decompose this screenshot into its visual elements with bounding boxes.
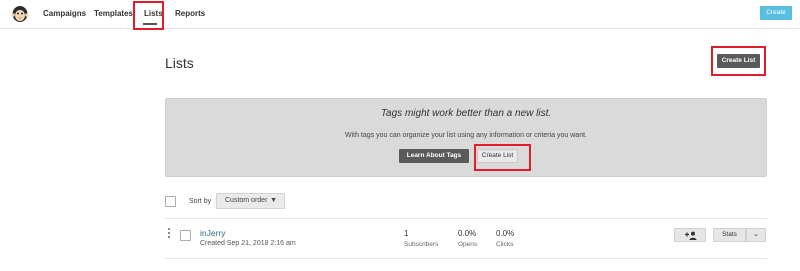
add-subscriber-icon bbox=[685, 231, 697, 240]
nav-reports[interactable]: Reports bbox=[175, 9, 205, 18]
kebab-menu-icon[interactable] bbox=[167, 228, 171, 240]
list-created-date: Created Sep 21, 2018 2:16 am bbox=[200, 240, 296, 247]
sort-order-select[interactable]: Custom order ▼ bbox=[216, 193, 285, 209]
add-subscriber-button[interactable] bbox=[674, 228, 706, 242]
divider bbox=[165, 218, 767, 219]
learn-about-tags-button[interactable]: Learn About Tags bbox=[399, 149, 469, 163]
list-row-checkbox[interactable] bbox=[180, 230, 191, 241]
list-name-link[interactable]: inJerry bbox=[200, 228, 226, 238]
tags-promo-banner: Tags might work better than a new list. … bbox=[165, 98, 767, 177]
nav-templates[interactable]: Templates bbox=[94, 9, 133, 18]
create-button[interactable]: Create bbox=[760, 6, 792, 20]
highlight-box-create-list bbox=[711, 46, 766, 76]
stats-dropdown-button[interactable]: ⌄ bbox=[746, 228, 766, 242]
mailchimp-logo[interactable] bbox=[10, 3, 30, 24]
subscribers-count: 1 bbox=[404, 229, 409, 238]
chevron-down-icon: ⌄ bbox=[753, 231, 759, 238]
highlight-box-banner-create-list bbox=[474, 144, 531, 171]
highlight-box-lists-tab bbox=[133, 1, 164, 30]
chevron-down-icon: ▼ bbox=[270, 197, 277, 204]
clicks-label: Clicks bbox=[496, 241, 514, 248]
subscribers-label: Subscribers bbox=[404, 241, 439, 248]
opens-rate: 0.0% bbox=[458, 229, 477, 238]
nav-campaigns[interactable]: Campaigns bbox=[43, 9, 86, 18]
top-nav-bar: Campaigns Templates Lists Reports Create bbox=[0, 0, 800, 29]
clicks-rate: 0.0% bbox=[496, 229, 515, 238]
page-title: Lists bbox=[165, 55, 194, 71]
select-all-checkbox[interactable] bbox=[165, 196, 176, 207]
sort-order-value: Custom order bbox=[225, 197, 268, 204]
sort-by-label: Sort by bbox=[189, 198, 212, 205]
opens-label: Opens bbox=[458, 241, 478, 248]
banner-text: With tags you can organize your list usi… bbox=[344, 132, 587, 139]
stats-button[interactable]: Stats bbox=[713, 228, 746, 242]
divider bbox=[165, 258, 767, 259]
banner-title: Tags might work better than a new list. bbox=[380, 108, 552, 119]
